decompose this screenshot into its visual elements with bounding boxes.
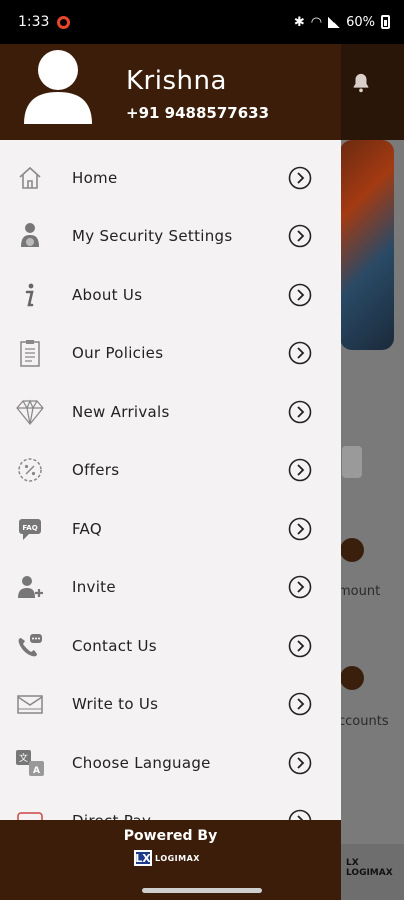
svg-text:A: A: [33, 766, 40, 776]
menu-label-our-policies: Our Policies: [72, 344, 164, 362]
drawer-header: Krishna +91 9488577633: [0, 44, 341, 140]
chevron-right-icon: [288, 458, 312, 482]
user-phone: +91 9488577633: [126, 104, 270, 122]
chevron-right-icon: [288, 751, 312, 775]
menu-item-faq[interactable]: FAQ FAQ: [0, 500, 341, 558]
user-name: Krishna: [126, 66, 227, 96]
avatar[interactable]: [22, 48, 94, 124]
menu-item-home[interactable]: Home: [0, 149, 341, 207]
battery-icon: [381, 15, 390, 29]
logimax-logo: LX LOGIMAX: [134, 850, 200, 866]
clipboard-icon: [13, 336, 47, 370]
mail-icon: [13, 687, 47, 721]
menu-item-direct-pay[interactable]: Direct Pay: [0, 792, 341, 820]
menu-label-contact-us: Contact Us: [72, 637, 157, 655]
security-person-icon: [13, 219, 47, 253]
chevron-right-icon: [288, 634, 312, 658]
wifi-icon: ◠: [310, 14, 323, 30]
chevron-right-icon: [288, 341, 312, 365]
menu-label-home: Home: [72, 169, 118, 187]
menu-label-about-us: About Us: [72, 286, 143, 304]
menu-label-offers: Offers: [72, 461, 120, 479]
menu-item-about-us[interactable]: About Us: [0, 266, 341, 324]
logo-text: LOGIMAX: [155, 853, 200, 863]
menu-item-invite[interactable]: Invite: [0, 558, 341, 616]
phone-chat-icon: [13, 629, 47, 663]
signal-icon: [328, 16, 341, 28]
chevron-right-icon: [288, 575, 312, 599]
translate-icon: 文A: [13, 746, 47, 780]
status-bar: 1:33 ✱ ◠ 60%: [0, 0, 404, 44]
drawer-menu: Home My Security Settings About Us Our P…: [0, 140, 341, 820]
chevron-right-icon: [288, 283, 312, 307]
menu-label-write-to-us: Write to Us: [72, 695, 159, 713]
background-text-amount: mount: [338, 584, 381, 599]
background-tile-icon: [340, 538, 364, 562]
home-icon: [13, 161, 47, 195]
discount-badge-icon: [13, 453, 47, 487]
navigation-drawer: Krishna +91 9488577633 Home My Security …: [0, 44, 341, 900]
svg-text:FAQ: FAQ: [22, 524, 37, 532]
background-card: [342, 446, 362, 478]
add-user-icon: [13, 570, 47, 604]
chevron-right-icon: [288, 517, 312, 541]
status-time: 1:33: [18, 14, 50, 30]
chevron-right-icon: [288, 400, 312, 424]
info-icon: [13, 278, 47, 312]
menu-label-security-settings: My Security Settings: [72, 227, 233, 245]
gesture-home-bar[interactable]: [142, 888, 262, 893]
powered-by-label: Powered By: [123, 828, 218, 844]
background-banner: [340, 140, 394, 350]
logo-mark: LX: [134, 850, 152, 866]
menu-label-direct-pay: Direct Pay: [72, 812, 151, 820]
diamond-icon: [13, 395, 47, 429]
bluetooth-icon: ✱: [293, 14, 305, 30]
menu-item-our-policies[interactable]: Our Policies: [0, 324, 341, 382]
menu-label-choose-language: Choose Language: [72, 754, 211, 772]
background-text-accounts: ccounts: [338, 714, 389, 729]
menu-item-contact-us[interactable]: Contact Us: [0, 617, 341, 675]
background-tile-icon: [340, 666, 364, 690]
recording-icon: [57, 15, 71, 29]
card-icon: [13, 804, 47, 820]
battery-percent: 60%: [346, 14, 375, 30]
menu-item-offers[interactable]: Offers: [0, 441, 341, 499]
menu-label-faq: FAQ: [72, 520, 102, 538]
menu-item-new-arrivals[interactable]: New Arrivals: [0, 383, 341, 441]
faq-chat-icon: FAQ: [13, 512, 47, 546]
chevron-right-icon: [288, 166, 312, 190]
chevron-right-icon: [288, 224, 312, 248]
bell-icon[interactable]: [350, 72, 372, 94]
svg-text:文: 文: [19, 752, 28, 764]
menu-item-choose-language[interactable]: 文A Choose Language: [0, 734, 341, 792]
menu-label-invite: Invite: [72, 578, 116, 596]
background-logo: LX LOGIMAX: [346, 858, 393, 878]
menu-item-security-settings[interactable]: My Security Settings: [0, 207, 341, 265]
menu-label-new-arrivals: New Arrivals: [72, 403, 170, 421]
chevron-right-icon: [288, 692, 312, 716]
chevron-right-icon: [288, 809, 312, 820]
menu-item-write-to-us[interactable]: Write to Us: [0, 675, 341, 733]
